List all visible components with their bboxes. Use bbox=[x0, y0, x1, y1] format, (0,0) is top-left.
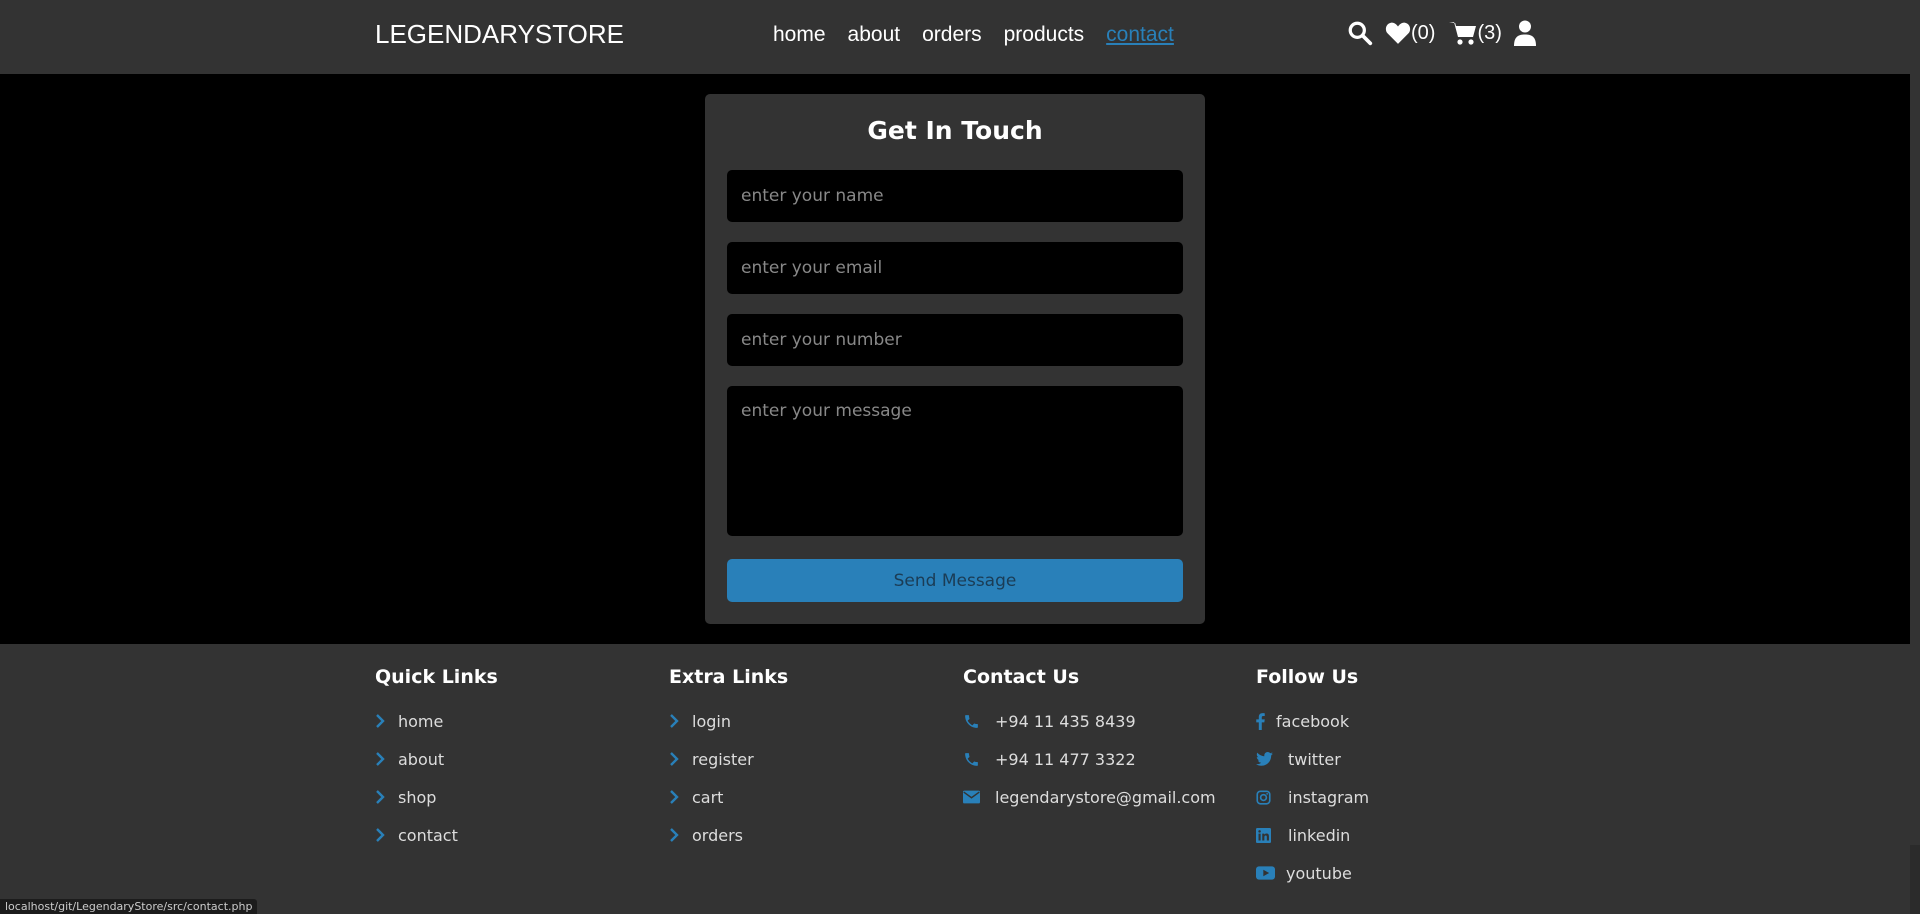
name-input[interactable] bbox=[727, 170, 1183, 222]
contact-us-title: Contact Us bbox=[963, 666, 1080, 688]
extra-link-label: register bbox=[692, 749, 754, 769]
cart-icon bbox=[1449, 20, 1477, 46]
send-message-button[interactable]: Send Message bbox=[727, 559, 1183, 602]
site-logo[interactable]: LEGENDARYSTORE bbox=[375, 19, 624, 50]
chevron-right-icon bbox=[375, 789, 387, 805]
extra-link-label: cart bbox=[692, 787, 724, 807]
instagram-icon bbox=[1256, 789, 1276, 805]
site-header: LEGENDARYSTORE home about orders product… bbox=[0, 0, 1910, 74]
quick-link-shop[interactable]: shop bbox=[375, 778, 498, 816]
phone-icon bbox=[963, 713, 983, 729]
message-textarea[interactable] bbox=[727, 386, 1183, 536]
cart-button[interactable]: (3) bbox=[1449, 20, 1502, 46]
social-link-facebook[interactable]: facebook bbox=[1256, 702, 1369, 740]
social-link-youtube[interactable]: youtube bbox=[1256, 854, 1369, 892]
page-scrollbar-thumb[interactable] bbox=[1910, 0, 1920, 845]
chevron-right-icon bbox=[669, 827, 681, 843]
follow-us-title: Follow Us bbox=[1256, 666, 1359, 688]
quick-link-about[interactable]: about bbox=[375, 740, 498, 778]
contact-phone-text: +94 11 477 3322 bbox=[995, 749, 1136, 769]
quick-link-label: about bbox=[398, 749, 445, 769]
nav-link-about[interactable]: about bbox=[848, 23, 901, 47]
search-icon[interactable] bbox=[1347, 20, 1373, 46]
number-input[interactable] bbox=[727, 314, 1183, 366]
contact-us-column: Contact Us +94 11 435 8439 +94 11 477 33… bbox=[963, 666, 1216, 816]
social-link-label: twitter bbox=[1288, 749, 1341, 769]
quick-links-column: Quick Links home about shop contact bbox=[375, 666, 498, 854]
linkedin-icon bbox=[1256, 827, 1276, 843]
status-bar-url: localhost/git/LegendaryStore/src/contact… bbox=[0, 899, 258, 914]
follow-us-column: Follow Us facebook twitter instagram lin… bbox=[1256, 666, 1369, 892]
extra-link-orders[interactable]: orders bbox=[669, 816, 788, 854]
email-input[interactable] bbox=[727, 242, 1183, 294]
quick-link-label: shop bbox=[398, 787, 437, 807]
quick-link-label: home bbox=[398, 711, 444, 731]
extra-link-cart[interactable]: cart bbox=[669, 778, 788, 816]
cart-count: (3) bbox=[1477, 21, 1502, 44]
social-link-instagram[interactable]: instagram bbox=[1256, 778, 1369, 816]
social-link-label: linkedin bbox=[1288, 825, 1351, 845]
extra-link-label: login bbox=[692, 711, 731, 731]
contact-phone-text: +94 11 435 8439 bbox=[995, 711, 1136, 731]
header-icons: (0) (3) bbox=[1347, 20, 1536, 46]
social-link-label: facebook bbox=[1276, 711, 1350, 731]
extra-links-column: Extra Links login register cart orders bbox=[669, 666, 788, 854]
youtube-icon bbox=[1256, 865, 1275, 881]
contact-email-text: legendarystore@gmail.com bbox=[995, 787, 1216, 807]
wishlist-button[interactable]: (0) bbox=[1385, 21, 1435, 45]
extra-link-label: orders bbox=[692, 825, 743, 845]
main-nav: home about orders products contact bbox=[773, 23, 1196, 47]
nav-link-contact[interactable]: contact bbox=[1106, 23, 1174, 47]
nav-link-orders[interactable]: orders bbox=[922, 23, 982, 47]
heart-icon bbox=[1385, 21, 1411, 45]
envelope-icon bbox=[963, 789, 983, 805]
social-link-label: youtube bbox=[1286, 863, 1352, 883]
chevron-right-icon bbox=[669, 751, 681, 767]
quick-link-home[interactable]: home bbox=[375, 702, 498, 740]
twitter-icon bbox=[1256, 751, 1276, 767]
nav-link-products[interactable]: products bbox=[1004, 23, 1085, 47]
social-link-label: instagram bbox=[1288, 787, 1370, 807]
phone-icon bbox=[963, 751, 983, 767]
chevron-right-icon bbox=[375, 827, 387, 843]
form-title: Get In Touch bbox=[867, 116, 1043, 145]
contact-phone-2[interactable]: +94 11 477 3322 bbox=[963, 740, 1216, 778]
wishlist-count: (0) bbox=[1411, 21, 1436, 44]
chevron-right-icon bbox=[669, 713, 681, 729]
social-link-twitter[interactable]: twitter bbox=[1256, 740, 1369, 778]
extra-link-login[interactable]: login bbox=[669, 702, 788, 740]
social-link-linkedin[interactable]: linkedin bbox=[1256, 816, 1369, 854]
nav-link-home[interactable]: home bbox=[773, 23, 826, 47]
extra-link-register[interactable]: register bbox=[669, 740, 788, 778]
contact-form: Get In Touch Send Message bbox=[705, 94, 1205, 624]
chevron-right-icon bbox=[669, 789, 681, 805]
user-icon[interactable] bbox=[1513, 20, 1536, 46]
extra-links-title: Extra Links bbox=[669, 666, 789, 688]
chevron-right-icon bbox=[375, 751, 387, 767]
quick-link-contact[interactable]: contact bbox=[375, 816, 498, 854]
quick-link-label: contact bbox=[398, 825, 458, 845]
quick-links-title: Quick Links bbox=[375, 666, 498, 688]
chevron-right-icon bbox=[375, 713, 387, 729]
site-footer: Quick Links home about shop contact Extr… bbox=[0, 644, 1910, 914]
contact-phone-1[interactable]: +94 11 435 8439 bbox=[963, 702, 1216, 740]
contact-email[interactable]: legendarystore@gmail.com bbox=[963, 778, 1216, 816]
facebook-icon bbox=[1256, 712, 1266, 730]
